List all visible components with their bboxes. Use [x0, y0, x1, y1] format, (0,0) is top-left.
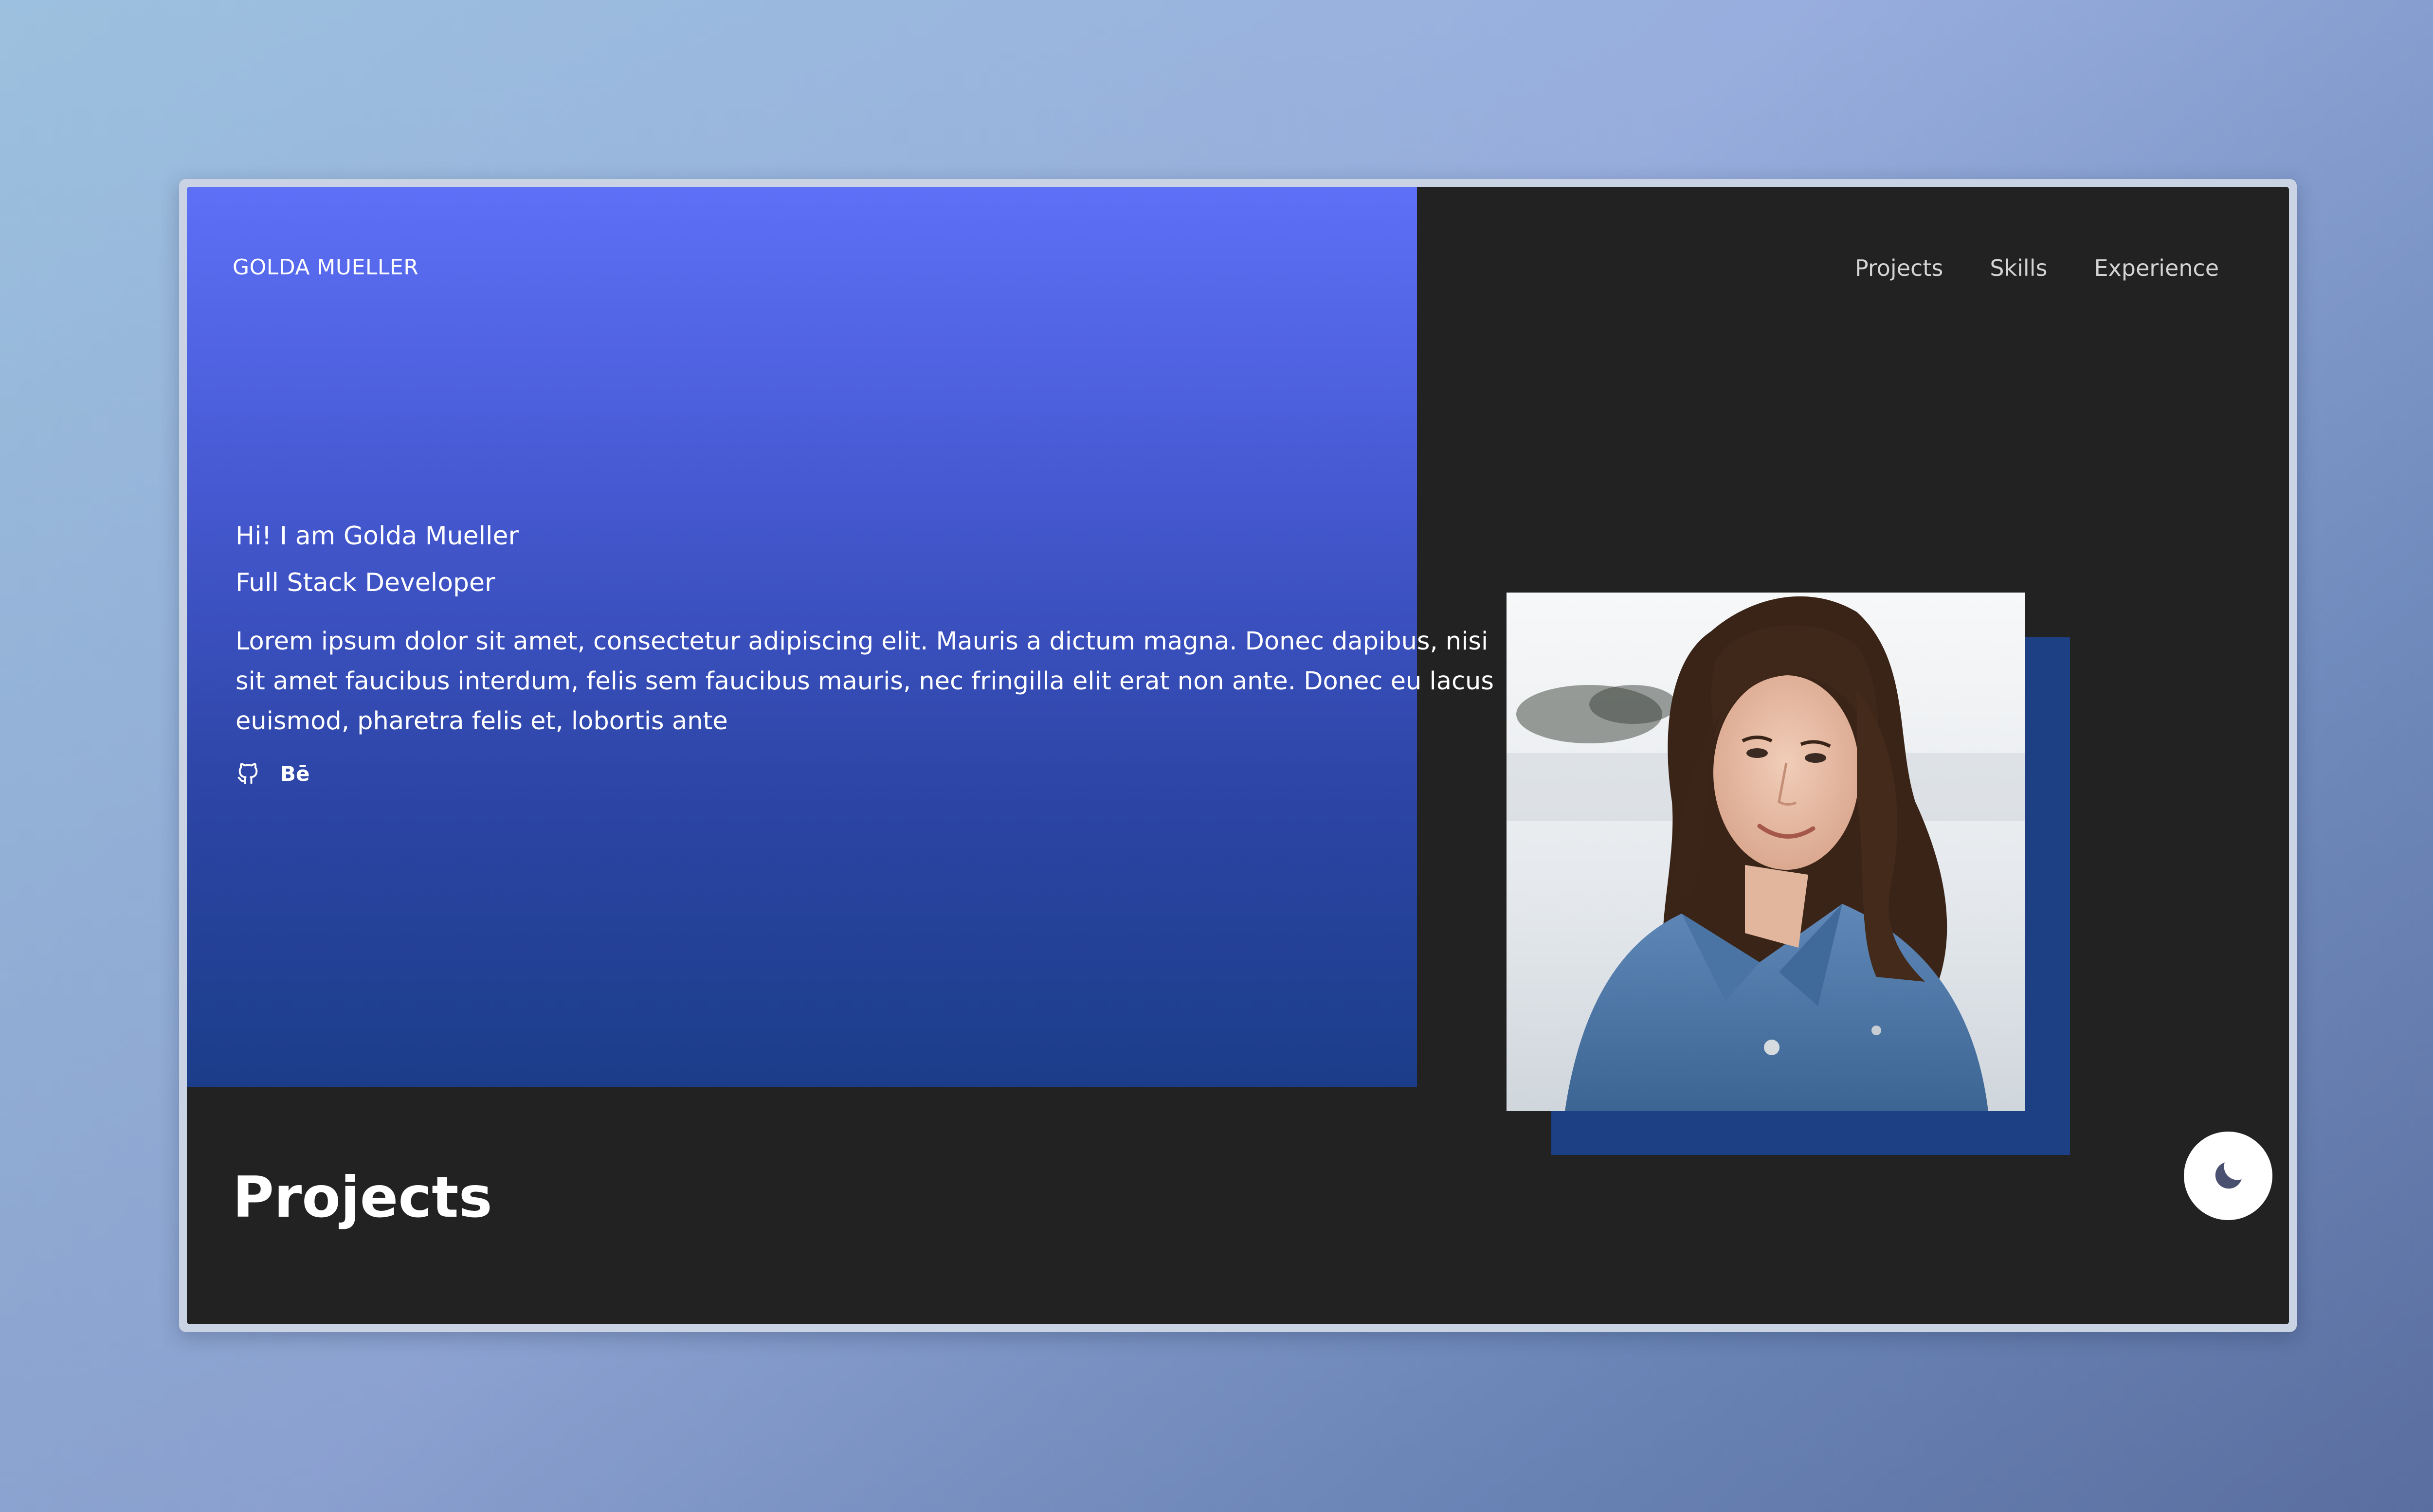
behance-icon[interactable]: Bē: [280, 762, 310, 786]
nav-link-projects[interactable]: Projects: [1855, 255, 1943, 281]
hero-bio: Lorem ipsum dolor sit amet, consectetur …: [236, 627, 1494, 736]
projects-section-title: Projects: [233, 1165, 492, 1230]
hero-greeting: Hi! I am Golda Mueller: [236, 522, 519, 551]
theme-toggle-button[interactable]: [2184, 1132, 2272, 1220]
brand-logo[interactable]: GOLDA MUELLER: [233, 255, 418, 280]
nav-link-experience[interactable]: Experience: [2094, 255, 2219, 281]
hero-role: Full Stack Developer: [236, 568, 495, 597]
github-icon[interactable]: [236, 761, 261, 786]
profile-photo: [1507, 593, 2025, 1111]
portfolio-page: GOLDA MUELLER Projects Skills Experience…: [187, 187, 2289, 1324]
main-nav: Projects Skills Experience: [1855, 255, 2219, 281]
moon-icon: [2215, 1162, 2242, 1189]
social-links: Bē: [236, 761, 1510, 786]
nav-link-skills[interactable]: Skills: [1990, 255, 2047, 281]
hero-intro: Hi! I am Golda Mueller Full Stack Develo…: [236, 513, 1510, 786]
browser-frame: GOLDA MUELLER Projects Skills Experience…: [179, 179, 2297, 1332]
